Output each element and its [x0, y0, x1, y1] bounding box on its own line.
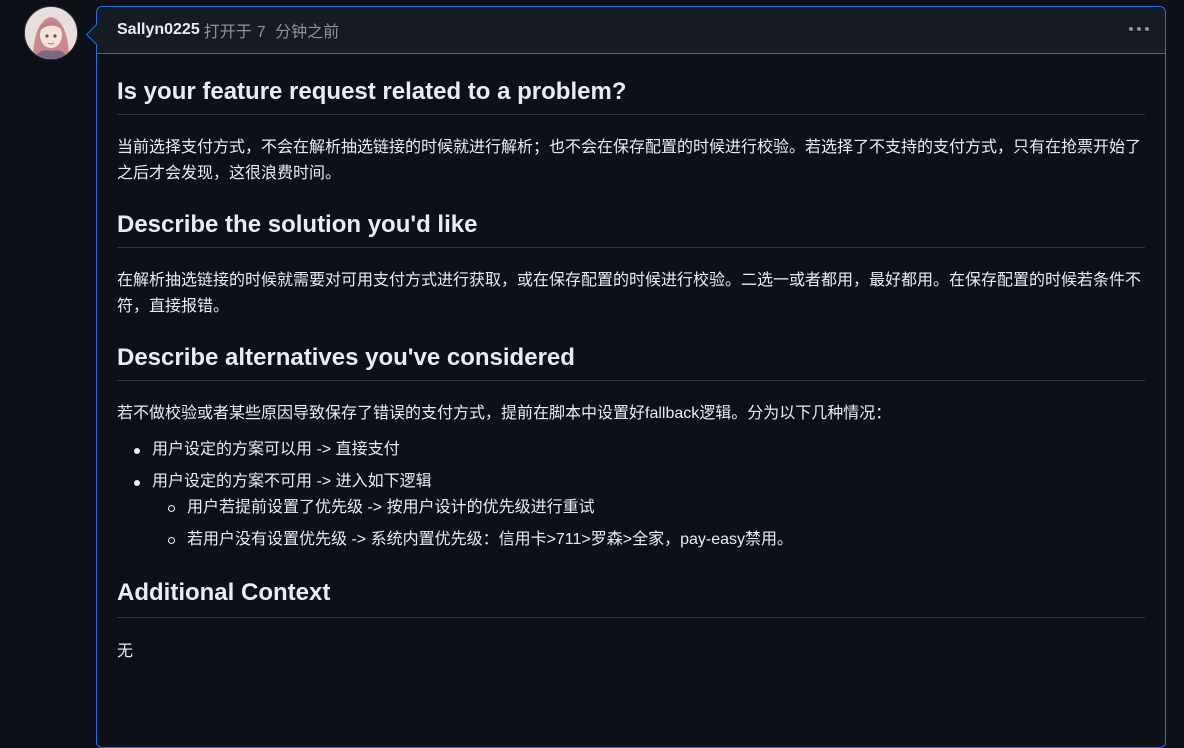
issue-comment: Sallyn0225 打开于 7 分钟之前 Is your feature req…	[96, 6, 1166, 748]
alternatives-list: 用户设定的方案可以用 -> 直接支付 用户设定的方案不可用 -> 进入如下逻辑 …	[117, 437, 1145, 553]
section-paragraph-context: 无	[117, 643, 134, 660]
comment-time-number[interactable]: 7	[257, 24, 266, 41]
comment-options-button[interactable]	[1127, 19, 1151, 39]
section-paragraph-problem: 当前选择支付方式，不会在解析抽选链接的时候就进行解析；也不会在保存配置的时候进行…	[117, 139, 1142, 182]
nested-list-item-text: 若用户没有设置优先级 -> 系统内置优先级：信用卡>711>罗森>全家，pay-…	[187, 531, 794, 548]
section-heading-context: Additional Context	[117, 553, 1145, 618]
author-link[interactable]: Sallyn0225	[117, 21, 200, 39]
comment-meta: 打开于 7 分钟之前	[204, 18, 344, 42]
section-paragraph-solution: 在解析抽选链接的时候就需要对可用支付方式进行获取，或在保存配置的时候进行校验。二…	[117, 272, 1142, 315]
comment-body: Is your feature request related to a pro…	[97, 54, 1165, 665]
nested-list-item: 用户若提前设置了优先级 -> 按用户设计的优先级进行重试	[152, 495, 1145, 521]
nested-list-item: 若用户没有设置优先级 -> 系统内置优先级：信用卡>711>罗森>全家，pay-…	[152, 527, 1145, 553]
author-avatar[interactable]	[24, 6, 78, 60]
list-item: 用户设定的方案可以用 -> 直接支付	[117, 437, 1145, 463]
kebab-horizontal-icon	[1129, 27, 1149, 31]
comment-header: Sallyn0225 打开于 7 分钟之前	[97, 7, 1165, 54]
section-heading-solution: Describe the solution you'd like	[117, 187, 1145, 248]
list-item-text: 用户设定的方案不可用 -> 进入如下逻辑	[152, 473, 432, 490]
nested-list-item-text: 用户若提前设置了优先级 -> 按用户设计的优先级进行重试	[187, 499, 595, 516]
avatar-image	[25, 7, 77, 59]
comment-action: 打开于	[203, 24, 252, 41]
list-item-text: 用户设定的方案可以用 -> 直接支付	[152, 441, 400, 458]
list-item: 用户设定的方案不可用 -> 进入如下逻辑 用户若提前设置了优先级 -> 按用户设…	[117, 469, 1145, 553]
section-paragraph-alternatives: 若不做校验或者某些原因导致保存了错误的支付方式，提前在脚本中设置好fallbac…	[117, 405, 892, 422]
section-heading-problem: Is your feature request related to a pro…	[117, 54, 1145, 115]
section-heading-alternatives: Describe alternatives you've considered	[117, 320, 1145, 381]
nested-list: 用户若提前设置了优先级 -> 按用户设计的优先级进行重试 若用户没有设置优先级 …	[152, 495, 1145, 553]
comment-time-unit[interactable]: 分钟之前	[275, 24, 339, 41]
